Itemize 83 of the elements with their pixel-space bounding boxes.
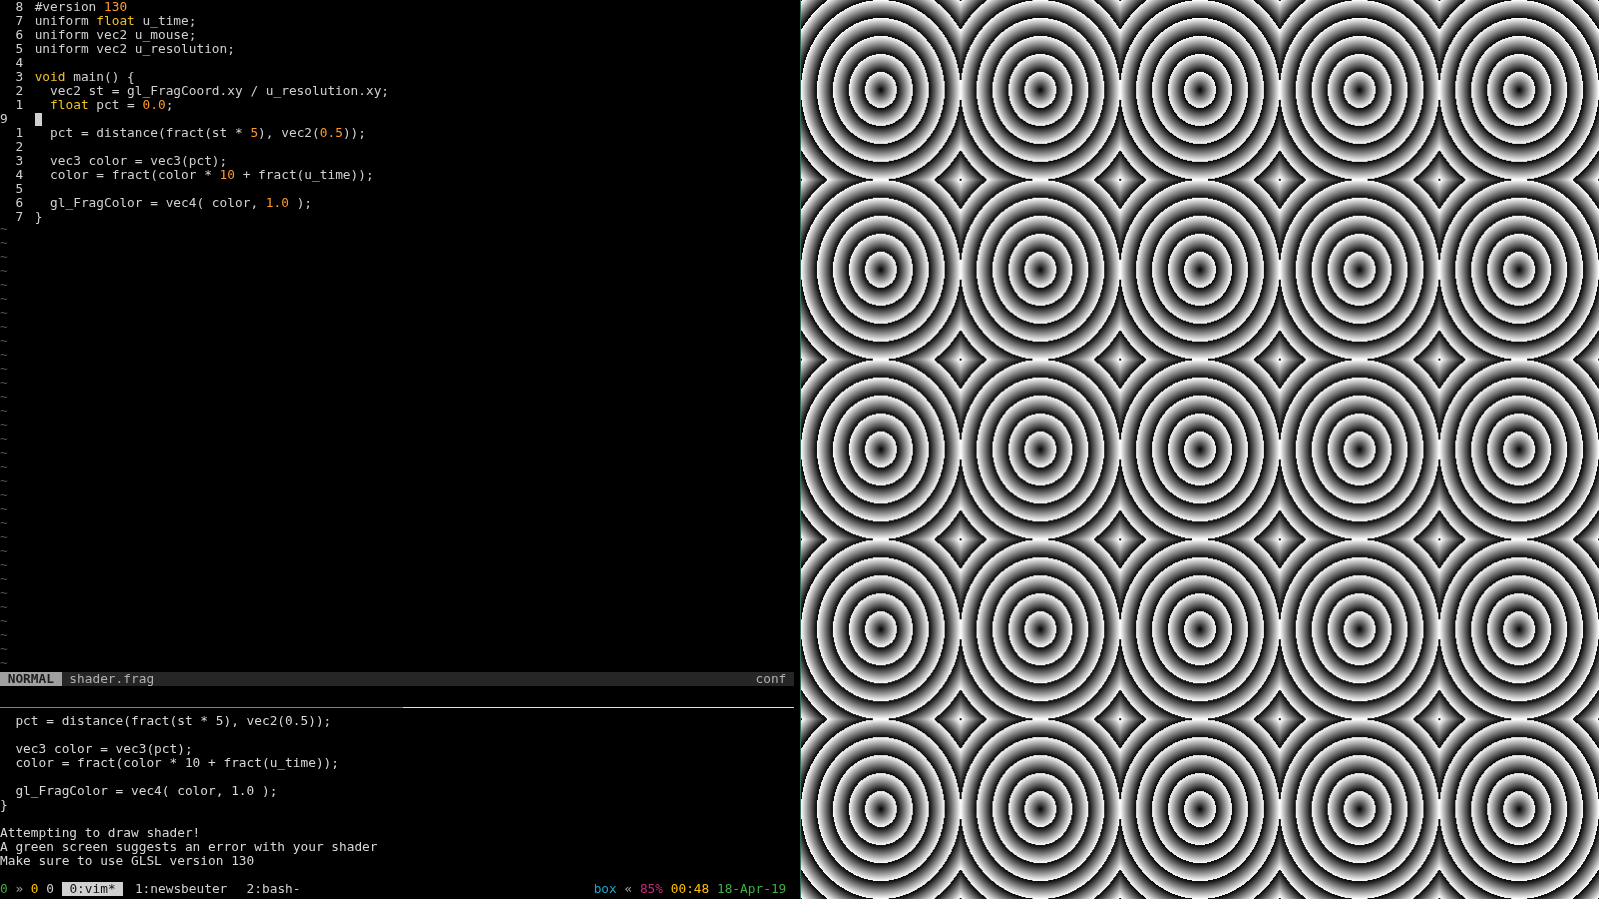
empty-line-marker: ~ [0, 434, 8, 448]
empty-line-marker: ~ [0, 448, 8, 462]
console-line: pct = distance(fract(st * 5), vec2(0.5)); [14, 714, 332, 728]
empty-line-marker: ~ [0, 630, 8, 644]
code-line: } [34, 210, 43, 224]
code-line: gl_FragColor = vec4( color, 1.0 ); [50, 196, 313, 210]
empty-line-marker: ~ [0, 504, 8, 518]
window-tab[interactable]: 2:bash- [238, 882, 309, 896]
separator-glyph: « [624, 882, 633, 896]
empty-line-marker: ~ [0, 518, 8, 532]
empty-line-marker: ~ [0, 406, 8, 420]
empty-line-marker: ~ [0, 252, 8, 266]
mode-indicator: NORMAL [0, 672, 62, 686]
code-line: #version 130 [34, 0, 128, 14]
empty-line-marker: ~ [0, 476, 8, 490]
console-line: Attempting to draw shader! [0, 826, 201, 840]
empty-line-marker: ~ [0, 392, 8, 406]
empty-line-marker: ~ [0, 588, 8, 602]
code-line: uniform float u_time; [34, 14, 197, 28]
code-line: void main() { [34, 70, 135, 84]
code-line: color = fract(color * 10 + fract(u_time)); [50, 168, 374, 182]
session-label: 0 [0, 882, 8, 896]
line-number: 3 [14, 154, 24, 168]
empty-line-marker: ~ [0, 224, 8, 238]
code-line: uniform vec2 u_resolution; [34, 42, 235, 56]
code-line: vec3 color = vec3(pct); [50, 154, 228, 168]
session-label: 0 [46, 882, 54, 896]
line-number: 6 [14, 196, 24, 210]
line-number: 9 [0, 112, 9, 126]
line-number: 4 [14, 168, 24, 182]
empty-line-marker: ~ [0, 266, 8, 280]
empty-line-marker: ~ [0, 462, 8, 476]
separator-glyph: » [15, 882, 24, 896]
line-number: 5 [14, 42, 24, 56]
code-line: pct = distance(fract(st * 5), vec2(0.5)); [50, 126, 366, 140]
console-line: gl_FragColor = vec4( color, 1.0 ); [14, 784, 278, 798]
code-line: float pct = 0.0; [50, 98, 174, 112]
empty-line-marker: ~ [0, 490, 8, 504]
empty-line-marker: ~ [0, 616, 8, 630]
window-tab[interactable]: 1:newsbeuter [127, 882, 236, 896]
host-label: box [593, 882, 617, 896]
empty-line-marker: ~ [0, 238, 8, 252]
empty-line-marker: ~ [0, 574, 8, 588]
status-text: 18-Apr-19 [716, 882, 787, 896]
line-number: 1 [14, 126, 24, 140]
empty-line-marker: ~ [0, 644, 8, 658]
empty-line-marker: ~ [0, 294, 8, 308]
console-line: vec3 color = vec3(pct); [14, 742, 193, 756]
line-number: 4 [14, 56, 24, 70]
line-number: 3 [14, 70, 24, 84]
status-text: 85% [639, 882, 663, 896]
line-number: 2 [14, 140, 24, 154]
status-text: 00:48 [670, 882, 710, 896]
line-number: 5 [14, 182, 24, 196]
line-number: 2 [14, 84, 24, 98]
console-line: A green screen suggests an error with your shader [0, 840, 378, 854]
empty-line-marker: ~ [0, 658, 8, 672]
empty-line-marker: ~ [0, 350, 8, 364]
console-line: color = fract(color * 10 + fract(u_time)); [14, 756, 339, 770]
window-tab[interactable]: 0:vim* [61, 882, 124, 896]
line-number: 1 [14, 98, 24, 112]
empty-line-marker: ~ [0, 532, 8, 546]
code-line: vec2 st = gl_FragCoord.xy / u_resolution.xy; [50, 84, 390, 98]
empty-line-marker: ~ [0, 546, 8, 560]
file-type: conf [755, 672, 787, 686]
line-number: 6 [14, 28, 24, 42]
empty-line-marker: ~ [0, 378, 8, 392]
empty-line-marker: ~ [0, 420, 8, 434]
empty-line-marker: ~ [0, 560, 8, 574]
empty-line-marker: ~ [0, 364, 8, 378]
empty-line-marker: ~ [0, 336, 8, 350]
empty-line-marker: ~ [0, 602, 8, 616]
line-number: 7 [14, 210, 24, 224]
empty-line-marker: ~ [0, 322, 8, 336]
file-name: shader.frag [69, 672, 155, 686]
code-line: uniform vec2 u_mouse; [34, 28, 197, 42]
empty-line-marker: ~ [0, 308, 8, 322]
console-line: Make sure to use GLSL version 130 [0, 854, 255, 868]
console-line: } [0, 798, 8, 812]
empty-line-marker: ~ [0, 280, 8, 294]
line-number: 8 [14, 0, 24, 14]
line-number: 7 [14, 14, 24, 28]
session-label: 0 [30, 882, 39, 896]
